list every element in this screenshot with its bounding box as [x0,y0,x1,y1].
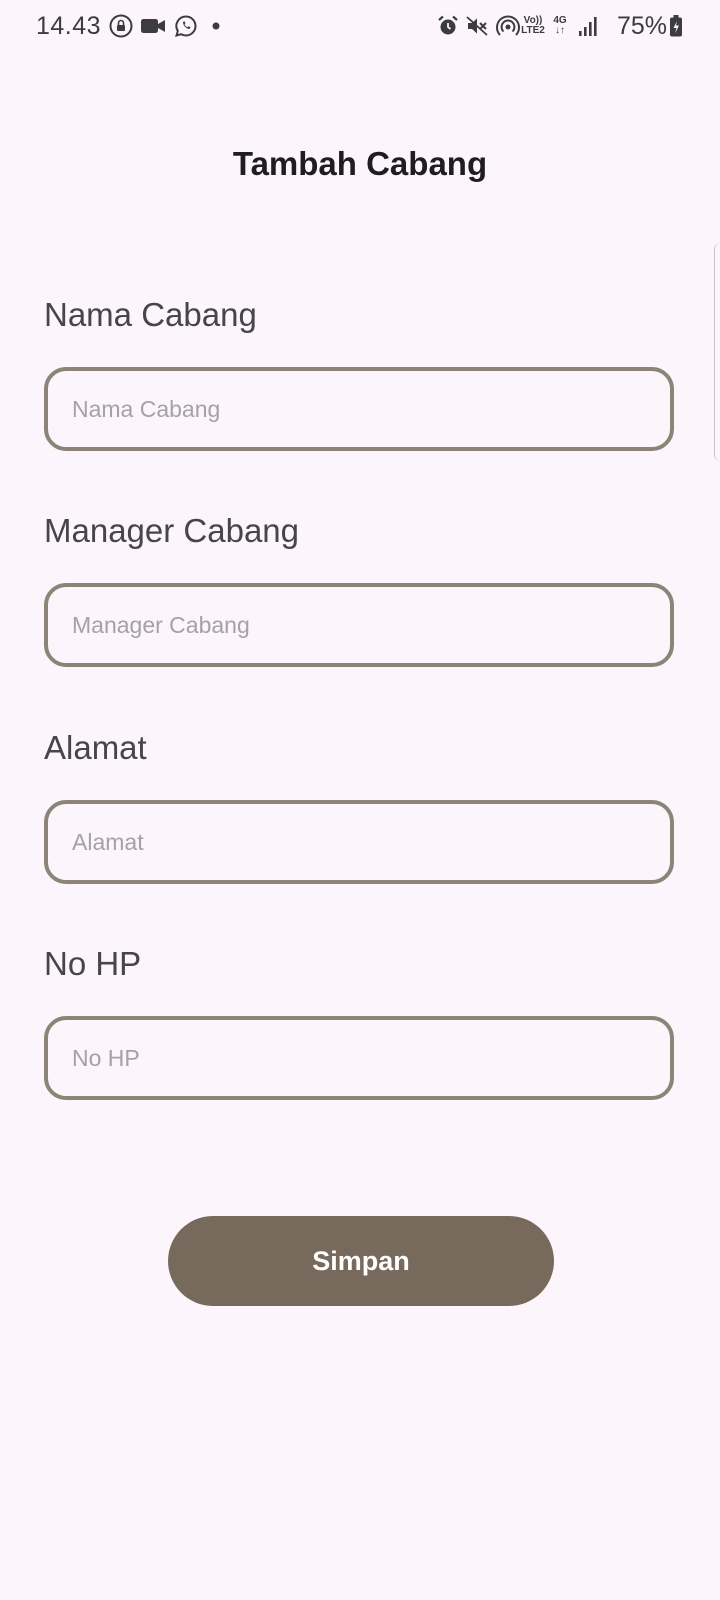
lock-icon [108,14,134,38]
network-4g-icon: 4G ↓↑ [553,15,567,36]
edge-panel-handle[interactable] [714,242,720,462]
alamat-field[interactable] [44,800,674,884]
mute-icon [465,14,489,38]
no-hp-field[interactable] [44,1016,674,1100]
nama-cabang-label: Nama Cabang [44,296,257,333]
whatsapp-icon [173,14,199,38]
nama-cabang-input[interactable] [48,371,670,447]
status-bar: 14.43 Vo)) LTE2 4G ↓↑ 75% [0,0,720,54]
manager-cabang-field[interactable] [44,583,674,667]
alarm-icon [436,14,460,38]
dot-icon [210,14,222,38]
alamat-label: Alamat [44,729,147,766]
manager-cabang-input[interactable] [48,587,670,663]
status-time: 14.43 [36,12,102,40]
alamat-input[interactable] [48,804,670,880]
no-hp-input[interactable] [48,1020,670,1096]
signal-icon [576,14,600,38]
page-title: Tambah Cabang [232,145,488,182]
battery-percent: 75% [617,12,668,40]
manager-cabang-label: Manager Cabang [44,512,300,549]
no-hp-label: No HP [44,945,142,982]
nama-cabang-field[interactable] [44,367,674,451]
simpan-button[interactable]: Simpan [168,1216,554,1306]
video-icon [139,14,167,38]
battery-icon [668,14,684,38]
volte-icon: Vo)) LTE2 [521,15,545,36]
